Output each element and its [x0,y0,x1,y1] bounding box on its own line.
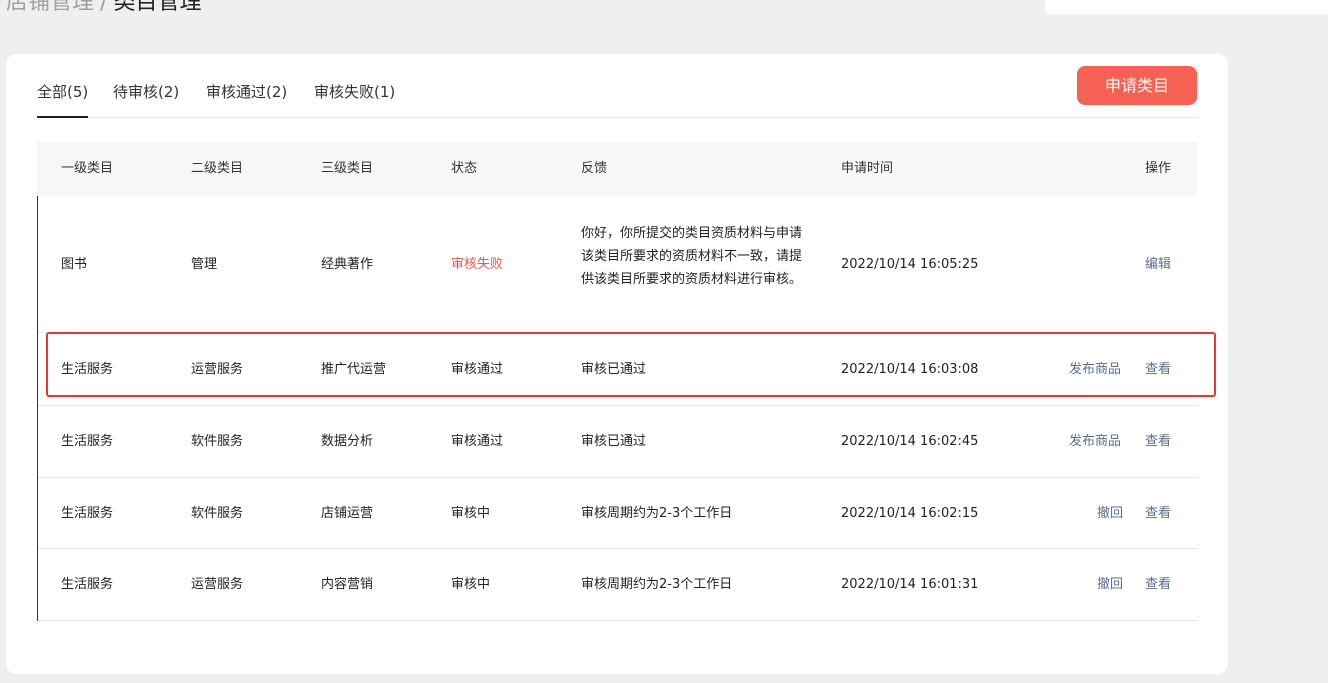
header-actions: 操作 [1145,161,1172,176]
table-body: 图书 管理 经典著作 审核失败 你好，你所提交的类目资质材料与申请该类目所要求的… [37,196,1197,621]
cell-level2: 管理 [191,257,218,272]
breadcrumb-separator: / [100,0,108,15]
header-time: 申请时间 [841,161,894,176]
table-row: 生活服务 运营服务 内容营销 审核中 审核周期约为2-3个工作日 2022/10… [38,549,1197,621]
table-header: 一级类目 二级类目 三级类目 状态 反馈 申请时间 操作 [37,142,1197,196]
table-row: 生活服务 运营服务 推广代运营 审核通过 审核已通过 2022/10/14 16… [38,333,1197,406]
status-badge: 审核通过 [451,434,504,449]
tab-approved[interactable]: 审核通过(2) [206,80,287,117]
header-level2: 二级类目 [191,161,244,176]
cell-level1: 图书 [61,257,88,272]
view-link[interactable]: 查看 [1145,478,1171,549]
tab-all[interactable]: 全部(5) [37,80,89,118]
cell-time: 2022/10/14 16:03:08 [841,362,979,377]
view-link[interactable]: 查看 [1145,406,1171,478]
cell-time: 2022/10/14 16:01:31 [841,577,979,592]
status-badge: 审核中 [451,577,491,592]
status-badge: 审核中 [451,506,491,521]
breadcrumb: 店铺管理 / 类目管理 [6,0,201,18]
page-title: 类目管理 [113,0,202,15]
cell-level3: 店铺运营 [321,506,374,521]
cell-level1: 生活服务 [61,577,114,592]
tab-bar: 全部(5) 待审核(2) 审核通过(2) 审核失败(1) [37,80,1197,118]
cell-feedback: 审核已通过 [581,434,647,449]
cell-level2: 运营服务 [191,577,244,592]
withdraw-link[interactable]: 撤回 [1097,478,1123,549]
table-row: 图书 管理 经典著作 审核失败 你好，你所提交的类目资质材料与申请该类目所要求的… [38,196,1197,333]
category-table: 一级类目 二级类目 三级类目 状态 反馈 申请时间 操作 图书 管理 经典著作 … [37,142,1197,621]
edit-link[interactable]: 编辑 [1145,196,1171,333]
tab-failed[interactable]: 审核失败(1) [314,80,395,117]
breadcrumb-parent[interactable]: 店铺管理 [6,0,94,15]
header-feedback: 反馈 [581,161,608,176]
cell-feedback: 你好，你所提交的类目资质材料与申请该类目所要求的资质材料不一致，请提供该类目所要… [581,226,803,287]
cell-feedback: 审核周期约为2-3个工作日 [581,506,733,521]
cell-level1: 生活服务 [61,434,114,449]
cell-feedback: 审核已通过 [581,362,647,377]
cell-level3: 经典著作 [321,257,374,272]
cell-time: 2022/10/14 16:05:25 [841,257,979,272]
view-link[interactable]: 查看 [1145,333,1171,406]
cell-level3: 推广代运营 [321,362,387,377]
header-level3: 三级类目 [321,161,374,176]
withdraw-link[interactable]: 撤回 [1097,549,1123,621]
cell-level3: 数据分析 [321,434,374,449]
table-row: 生活服务 软件服务 数据分析 审核通过 审核已通过 2022/10/14 16:… [38,406,1197,478]
header-level1: 一级类目 [61,161,114,176]
view-link[interactable]: 查看 [1145,549,1171,621]
cell-level3: 内容营销 [321,577,374,592]
status-badge: 审核通过 [451,362,504,377]
status-badge: 审核失败 [451,257,504,272]
header-status: 状态 [451,161,478,176]
tab-pending[interactable]: 待审核(2) [113,80,179,117]
cell-level1: 生活服务 [61,506,114,521]
apply-category-button[interactable]: 申请类目 [1077,66,1197,105]
cell-level1: 生活服务 [61,362,114,377]
cell-level2: 运营服务 [191,362,244,377]
publish-product-link[interactable]: 发布商品 [1069,333,1121,406]
main-card: 全部(5) 待审核(2) 审核通过(2) 审核失败(1) 申请类目 一级类目 二… [6,54,1228,674]
cell-level2: 软件服务 [191,506,244,521]
cell-feedback: 审核周期约为2-3个工作日 [581,577,733,592]
header-panel [1045,0,1328,14]
cell-time: 2022/10/14 16:02:45 [841,434,979,449]
table-row: 生活服务 软件服务 店铺运营 审核中 审核周期约为2-3个工作日 2022/10… [38,478,1197,549]
cell-level2: 软件服务 [191,434,244,449]
cell-time: 2022/10/14 16:02:15 [841,506,979,521]
publish-product-link[interactable]: 发布商品 [1069,406,1121,478]
